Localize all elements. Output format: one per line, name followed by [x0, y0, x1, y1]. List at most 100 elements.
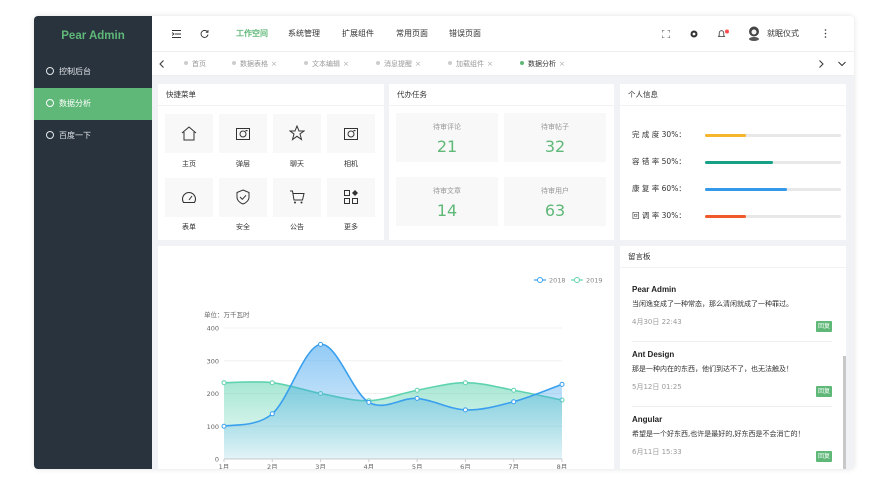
- sidebar-item-dashboard[interactable]: 控制后台: [34, 56, 152, 88]
- data-point-2018: [511, 399, 517, 405]
- reply-button[interactable]: 回复: [816, 451, 832, 462]
- tab-dot: [376, 61, 380, 65]
- fullscreen-icon[interactable]: [662, 30, 670, 38]
- task-item[interactable]: 待审帖子 32: [504, 113, 606, 162]
- camera-icon: [344, 128, 358, 140]
- close-icon[interactable]: ×: [343, 60, 349, 68]
- quick-item-layer[interactable]: [219, 114, 267, 153]
- x-tick-label: 8月: [557, 463, 568, 469]
- tab-home[interactable]: 首页: [184, 52, 206, 76]
- tab-loading[interactable]: 加载组件 ×: [448, 52, 493, 76]
- quick-item-more[interactable]: [327, 178, 375, 217]
- nav-error-pages[interactable]: 错误页面: [449, 16, 481, 52]
- scrollbar[interactable]: [843, 356, 846, 469]
- quick-item-notice[interactable]: [273, 178, 321, 217]
- data-point-2019: [269, 380, 275, 386]
- data-point-2018: [221, 423, 227, 429]
- close-icon[interactable]: ×: [415, 60, 421, 68]
- x-tick-label: 4月: [364, 463, 375, 469]
- message-item: Pear Admin 当闲逸变成了一种常态，那么清闲就成了一种罪过。 4月30日…: [632, 285, 832, 332]
- data-point-2019: [511, 387, 517, 393]
- sidebar-item-baidu[interactable]: 百度一下: [34, 120, 152, 152]
- task-item[interactable]: 待审用户 63: [504, 177, 606, 226]
- x-tick-label: 5月: [412, 463, 423, 469]
- profile-row: 完 成 度 30%：: [632, 129, 841, 141]
- task-count: 32: [544, 137, 566, 156]
- close-icon[interactable]: ×: [559, 60, 565, 68]
- quick-item-label: 聊天: [290, 160, 304, 168]
- progress-bar: [705, 188, 841, 191]
- profile-row: 康 复 率 60%：: [632, 183, 841, 195]
- profile-row: 回 调 率 30%：: [632, 210, 841, 222]
- nav-system[interactable]: 系统管理: [288, 16, 320, 52]
- avatar[interactable]: [747, 26, 761, 41]
- divider: [632, 406, 832, 407]
- data-point-2018: [366, 399, 372, 405]
- x-tick-label: 1月: [219, 463, 230, 469]
- sidebar-item-label: 百度一下: [59, 131, 91, 140]
- app-logo[interactable]: Pear Admin: [34, 16, 152, 56]
- circle-icon: [46, 130, 54, 139]
- close-icon[interactable]: ×: [487, 60, 493, 68]
- progress-bar: [705, 161, 841, 164]
- nav-common-pages[interactable]: 常用页面: [396, 16, 428, 52]
- camera-icon: [236, 128, 250, 140]
- tab-data-table[interactable]: 数据表格 ×: [232, 52, 277, 76]
- y-tick-label: 300: [207, 357, 219, 365]
- nav-extension[interactable]: 扩展组件: [342, 16, 374, 52]
- cart-icon: [290, 190, 305, 204]
- chevron-left-icon[interactable]: [159, 60, 165, 68]
- theme-icon[interactable]: [690, 30, 698, 38]
- progress-fill: [705, 188, 787, 191]
- task-label: 待审帖子: [541, 123, 569, 131]
- task-label: 待审评论: [433, 123, 461, 131]
- user-name[interactable]: 就眠仪式: [767, 16, 799, 52]
- close-icon[interactable]: ×: [271, 60, 277, 68]
- reply-button[interactable]: 回复: [816, 321, 832, 332]
- tab-dot: [232, 61, 236, 65]
- quick-item-label: 弹层: [236, 160, 250, 168]
- x-tick-label: 7月: [508, 463, 519, 469]
- data-point-2019: [221, 380, 227, 386]
- sidebar: Pear Admin 控制后台 数据分析 百度一下: [34, 16, 152, 469]
- tasks-card: 代办任务 待审评论 21 待审帖子 32 待审文章 14 待审用户 63: [389, 84, 614, 240]
- task-label: 待审用户: [541, 187, 569, 195]
- quick-item-security[interactable]: [219, 178, 267, 217]
- circle-icon: [46, 98, 54, 107]
- legend-marker-2018: [537, 277, 543, 283]
- message-title: Ant Design: [632, 350, 675, 359]
- tab-message[interactable]: 消息提醒 ×: [376, 52, 421, 76]
- nav-workspace[interactable]: 工作空间: [236, 16, 268, 52]
- message-item: Ant Design 那是一种内在的东西，他们到达不了，也无法触及！ 5月12日…: [632, 350, 832, 397]
- refresh-icon[interactable]: [200, 29, 209, 38]
- tab-analysis[interactable]: 数据分析 ×: [520, 52, 565, 76]
- message-board-card: 留言板 Pear Admin 当闲逸变成了一种常态，那么清闲就成了一种罪过。 4…: [620, 246, 846, 469]
- message-date: 5月12日 01:25: [632, 383, 682, 391]
- profile-title: 个人信息: [620, 84, 846, 106]
- menu-fold-icon[interactable]: [172, 30, 181, 38]
- quick-menu-card: 快捷菜单 主页 弹层 聊天 相机 表单 安全 公告 更多: [158, 84, 384, 240]
- quick-item-label: 更多: [344, 223, 358, 231]
- profile-card: 个人信息 完 成 度 30%： 容 错 率 50%： 康 复 率 60%： 回 …: [620, 84, 846, 240]
- bell-icon[interactable]: [717, 29, 729, 39]
- message-title: Angular: [632, 415, 663, 424]
- tab-dot: [184, 61, 188, 65]
- chevron-right-icon[interactable]: [818, 60, 824, 68]
- task-item[interactable]: 待审评论 21: [396, 113, 498, 162]
- tab-text-editor[interactable]: 文本编辑 ×: [304, 52, 349, 76]
- reply-button[interactable]: 回复: [816, 386, 832, 397]
- y-tick-label: 400: [207, 325, 219, 333]
- legend-label-2018: 2018: [549, 277, 566, 285]
- quick-item-form[interactable]: [165, 178, 213, 217]
- task-item[interactable]: 待审文章 14: [396, 177, 498, 226]
- quick-item-home[interactable]: [165, 114, 213, 153]
- progress-fill: [705, 161, 773, 164]
- apps-icon: [344, 190, 358, 204]
- chevron-down-icon[interactable]: [838, 61, 846, 67]
- more-icon[interactable]: [824, 29, 827, 38]
- quick-item-chat[interactable]: [273, 114, 321, 153]
- sidebar-item-analysis[interactable]: 数据分析: [34, 88, 152, 120]
- quick-item-label: 表单: [182, 223, 196, 231]
- quick-item-camera[interactable]: [327, 114, 375, 153]
- divider: [632, 341, 832, 342]
